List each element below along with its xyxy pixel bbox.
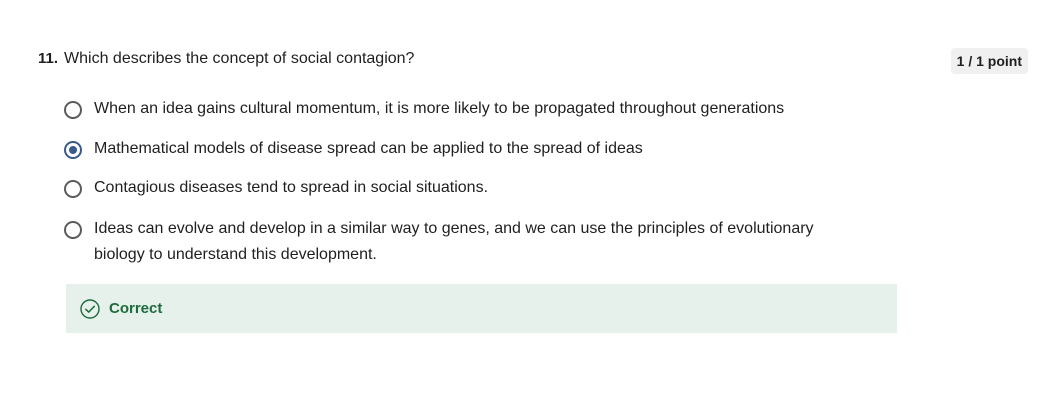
answer-option[interactable]: Ideas can evolve and develop in a simila… bbox=[64, 220, 844, 268]
answer-option[interactable]: Contagious diseases tend to spread in so… bbox=[64, 179, 844, 201]
question-header: 11. Which describes the concept of socia… bbox=[38, 50, 1028, 68]
answer-option-text: Mathematical models of disease spread ca… bbox=[94, 140, 643, 157]
question-text: Which describes the concept of social co… bbox=[64, 50, 415, 67]
score-badge: 1 / 1 point bbox=[950, 48, 1028, 74]
answer-option-text: Contagious diseases tend to spread in so… bbox=[94, 179, 489, 196]
answer-option-text: Ideas can evolve and develop in a simila… bbox=[94, 220, 814, 263]
check-circle-icon bbox=[80, 298, 100, 319]
answer-option-text: When an idea gains cultural momentum, it… bbox=[94, 100, 785, 117]
radio-button[interactable] bbox=[64, 101, 82, 119]
feedback-banner: Correct bbox=[66, 284, 897, 333]
answer-option[interactable]: Mathematical models of disease spread ca… bbox=[64, 140, 844, 162]
question-block: 11. Which describes the concept of socia… bbox=[38, 48, 1028, 263]
question-number: 11. bbox=[38, 50, 59, 67]
radio-button[interactable] bbox=[64, 180, 82, 198]
feedback-label: Correct bbox=[109, 300, 163, 317]
radio-button[interactable] bbox=[64, 221, 82, 239]
radio-button-selected[interactable] bbox=[64, 141, 82, 159]
answer-option[interactable]: When an idea gains cultural momentum, it… bbox=[64, 100, 844, 122]
